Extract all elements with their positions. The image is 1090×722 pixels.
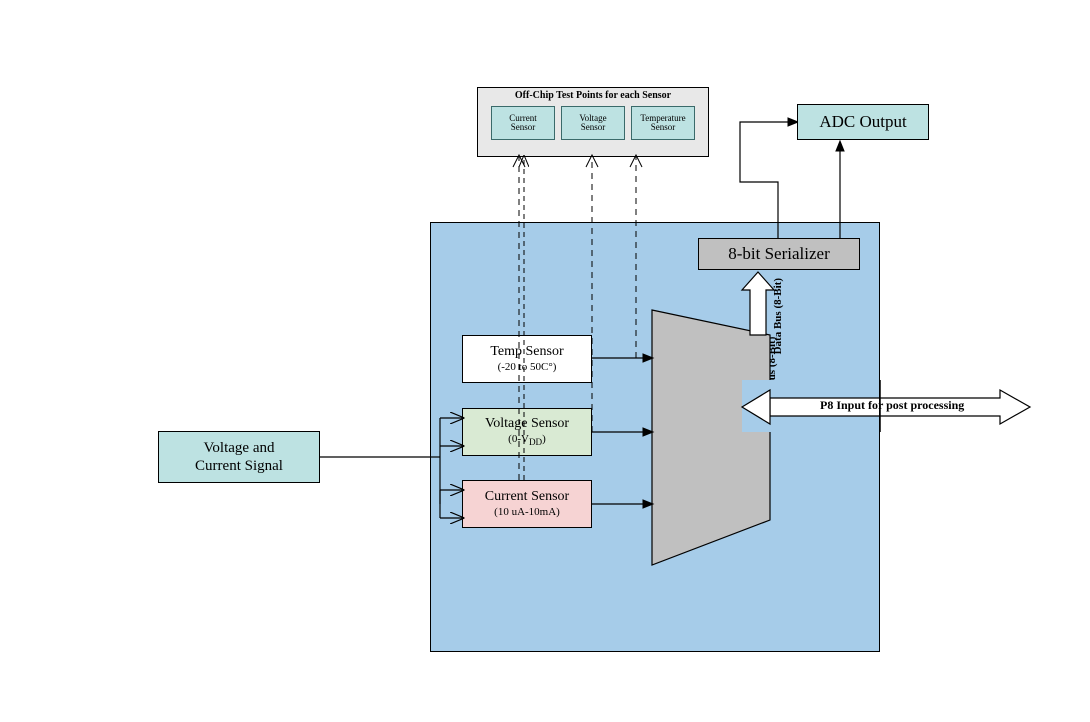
testpoint-temperature: TemperatureSensor	[631, 106, 695, 140]
adc-text: A D C (2 Stage FLASH)	[652, 330, 772, 550]
temp-sensor-label: Temp Sensor	[490, 344, 563, 361]
voltage-sensor-block: Voltage Sensor (0-VDD)	[462, 408, 592, 456]
testpoints-container: Off-Chip Test Points for each Sensor Cur…	[477, 87, 709, 157]
testpoint-current: CurrentSensor	[491, 106, 555, 140]
temp-sensor-range: (-20 to 50C°)	[498, 361, 557, 374]
testpoint-voltage-label: VoltageSensor	[579, 114, 606, 133]
adc-output-block-top: ADC Output	[797, 104, 929, 140]
adc-letter-c: C	[702, 439, 722, 468]
current-sensor-block: Current Sensor (10 uA-10mA)	[462, 480, 592, 528]
adc-letter-a: A	[702, 382, 722, 411]
input-signal-line1: Voltage and	[204, 439, 275, 457]
testpoint-temperature-label: TemperatureSensor	[640, 114, 685, 133]
data-bus-label-top: Data Bus (8-Bit)	[772, 278, 784, 354]
input-signal-line2: Current Signal	[195, 457, 283, 475]
adc-letter-d: D	[702, 411, 722, 440]
serializer-block-top: 8-bit Serializer	[698, 238, 860, 270]
current-sensor-range: (10 uA-10mA)	[494, 506, 560, 519]
input-signal-block: Voltage and Current Signal	[158, 431, 320, 483]
testpoint-current-label: CurrentSensor	[509, 114, 537, 133]
testpoint-voltage: VoltageSensor	[561, 106, 625, 140]
current-sensor-label: Current Sensor	[485, 489, 569, 506]
voltage-sensor-label: Voltage Sensor	[485, 416, 569, 433]
testpoints-title: Off-Chip Test Points for each Sensor	[515, 90, 671, 102]
adc-sub: (2 Stage FLASH)	[673, 486, 751, 498]
p8-label-top: P8 Input for post processing	[820, 398, 964, 413]
voltage-sensor-range: (0-VDD)	[508, 433, 546, 448]
temp-sensor-block: Temp Sensor (-20 to 50C°)	[462, 335, 592, 383]
